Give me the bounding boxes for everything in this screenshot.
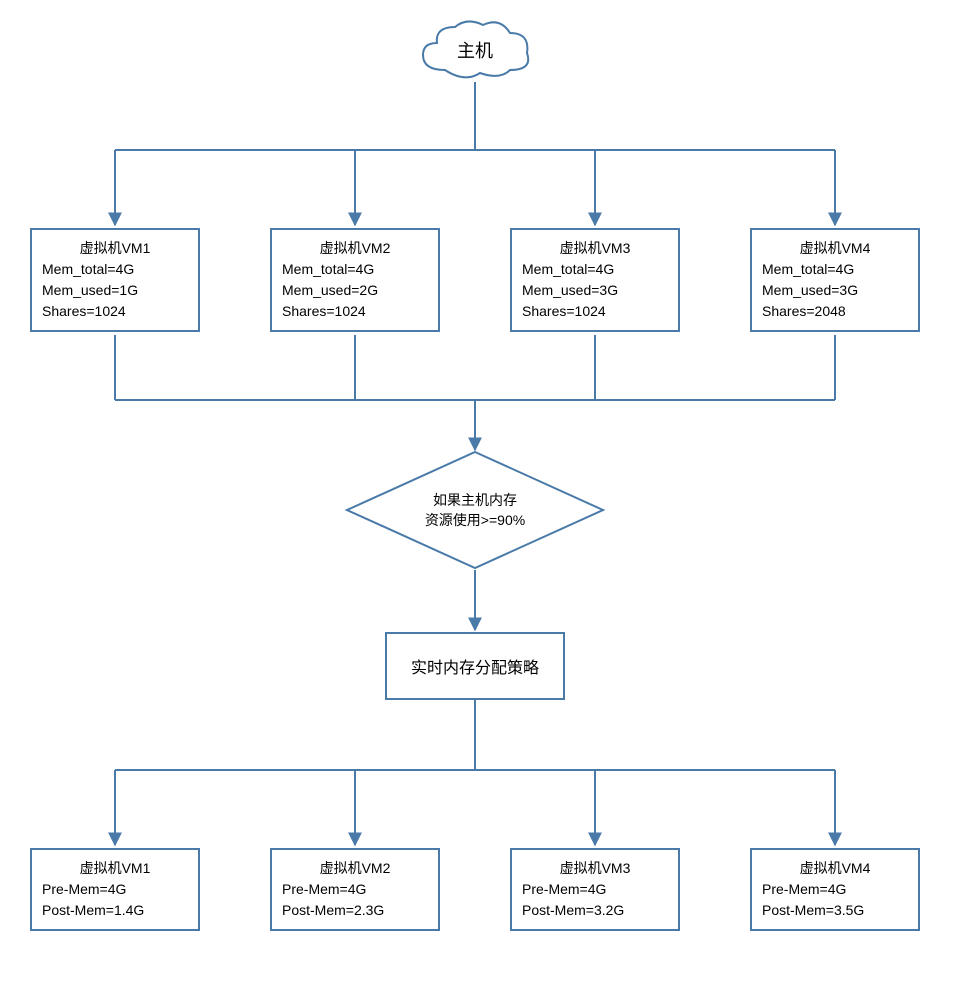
vm-post-mem: Post-Mem=3.2G <box>522 900 668 921</box>
vm-post-mem: Post-Mem=3.5G <box>762 900 908 921</box>
vm-shares: Shares=2048 <box>762 301 908 322</box>
vm-mem-used: Mem_used=3G <box>522 280 668 301</box>
vm-top-2: 虚拟机VM2 Mem_total=4G Mem_used=2G Shares=1… <box>270 228 440 332</box>
decision-line2: 资源使用>=90% <box>425 510 525 530</box>
vm-name: 虚拟机VM1 <box>42 858 188 879</box>
vm-name: 虚拟机VM4 <box>762 238 908 259</box>
decision-diamond: 如果主机内存 资源使用>=90% <box>345 450 605 570</box>
vm-name: 虚拟机VM1 <box>42 238 188 259</box>
vm-top-3: 虚拟机VM3 Mem_total=4G Mem_used=3G Shares=1… <box>510 228 680 332</box>
vm-mem-used: Mem_used=3G <box>762 280 908 301</box>
vm-shares: Shares=1024 <box>42 301 188 322</box>
vm-mem-used: Mem_used=2G <box>282 280 428 301</box>
host-cloud: 主机 <box>415 15 535 85</box>
vm-pre-mem: Pre-Mem=4G <box>522 879 668 900</box>
vm-mem-total: Mem_total=4G <box>522 259 668 280</box>
vm-mem-total: Mem_total=4G <box>762 259 908 280</box>
vm-name: 虚拟机VM3 <box>522 238 668 259</box>
vm-bottom-3: 虚拟机VM3 Pre-Mem=4G Post-Mem=3.2G <box>510 848 680 931</box>
vm-top-4: 虚拟机VM4 Mem_total=4G Mem_used=3G Shares=2… <box>750 228 920 332</box>
policy-box: 实时内存分配策略 <box>385 632 565 700</box>
vm-shares: Shares=1024 <box>522 301 668 322</box>
vm-bottom-1: 虚拟机VM1 Pre-Mem=4G Post-Mem=1.4G <box>30 848 200 931</box>
vm-top-1: 虚拟机VM1 Mem_total=4G Mem_used=1G Shares=1… <box>30 228 200 332</box>
vm-post-mem: Post-Mem=2.3G <box>282 900 428 921</box>
vm-post-mem: Post-Mem=1.4G <box>42 900 188 921</box>
decision-label: 如果主机内存 资源使用>=90% <box>425 490 525 530</box>
vm-pre-mem: Pre-Mem=4G <box>42 879 188 900</box>
vm-mem-used: Mem_used=1G <box>42 280 188 301</box>
vm-pre-mem: Pre-Mem=4G <box>762 879 908 900</box>
decision-line1: 如果主机内存 <box>425 490 525 510</box>
vm-name: 虚拟机VM2 <box>282 238 428 259</box>
host-label: 主机 <box>457 37 493 63</box>
vm-name: 虚拟机VM2 <box>282 858 428 879</box>
vm-pre-mem: Pre-Mem=4G <box>282 879 428 900</box>
policy-label: 实时内存分配策略 <box>405 654 545 678</box>
vm-shares: Shares=1024 <box>282 301 428 322</box>
vm-name: 虚拟机VM4 <box>762 858 908 879</box>
vm-bottom-2: 虚拟机VM2 Pre-Mem=4G Post-Mem=2.3G <box>270 848 440 931</box>
vm-mem-total: Mem_total=4G <box>42 259 188 280</box>
vm-bottom-4: 虚拟机VM4 Pre-Mem=4G Post-Mem=3.5G <box>750 848 920 931</box>
vm-name: 虚拟机VM3 <box>522 858 668 879</box>
vm-mem-total: Mem_total=4G <box>282 259 428 280</box>
